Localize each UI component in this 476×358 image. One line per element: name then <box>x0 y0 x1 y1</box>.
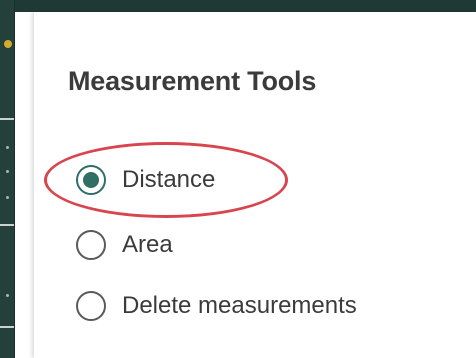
rail-divider <box>0 326 14 328</box>
screenshot-stage: Measurement Tools Distance Area Delete m… <box>0 0 476 358</box>
panel-title: Measurement Tools <box>68 66 317 96</box>
option-label-area: Area <box>122 231 173 258</box>
radio-selected-icon[interactable] <box>76 165 106 195</box>
radio-unselected-icon[interactable] <box>76 230 106 260</box>
option-delete-measurements[interactable]: Delete measurements <box>76 286 357 326</box>
rail-dot-icon <box>6 294 9 297</box>
collapse-toggle-icon[interactable] <box>4 40 12 48</box>
radio-unselected-icon[interactable] <box>76 291 106 321</box>
option-area[interactable]: Area <box>76 225 173 265</box>
option-label-distance: Distance <box>122 166 216 193</box>
top-bar <box>0 0 476 12</box>
left-toolbar-rail <box>0 0 15 358</box>
rail-divider <box>0 118 14 120</box>
rail-dot-icon <box>6 170 9 173</box>
radio-dot <box>83 172 99 188</box>
option-distance[interactable]: Distance <box>76 160 215 200</box>
rail-dot-icon <box>6 196 9 199</box>
measurement-tools-panel: Measurement Tools Distance Area Delete m… <box>34 12 476 358</box>
rail-dot-icon <box>6 146 9 149</box>
rail-divider <box>0 224 14 226</box>
option-label-delete-measurements: Delete measurements <box>122 292 357 319</box>
